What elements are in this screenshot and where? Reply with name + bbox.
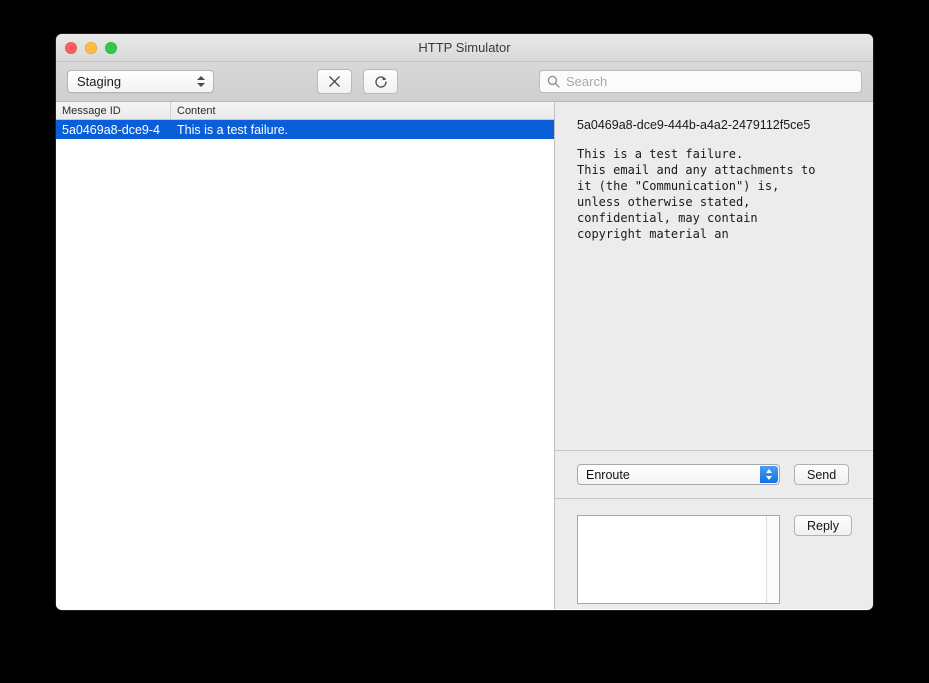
search-input[interactable]: Search <box>539 70 862 93</box>
send-row: Enroute Send <box>555 450 873 498</box>
reload-button[interactable] <box>363 69 398 94</box>
toolbar: Staging Search <box>56 62 873 102</box>
detail-body: 5a0469a8-dce9-444b-a4a2-2479112f5ce5 Thi… <box>555 102 873 450</box>
search-icon <box>547 75 560 88</box>
window-title: HTTP Simulator <box>418 40 511 55</box>
reply-scrollbar[interactable] <box>766 516 779 603</box>
cell-message-id: 5a0469a8-dce9-4 <box>62 122 160 137</box>
detail-pane: 5a0469a8-dce9-444b-a4a2-2479112f5ce5 Thi… <box>555 102 873 609</box>
message-table: Message ID Content 5a0469a8-dce9-4 This … <box>56 102 555 609</box>
column-header-message-id[interactable]: Message ID <box>56 102 171 119</box>
clear-button[interactable] <box>317 69 352 94</box>
status-select[interactable]: Enroute <box>577 464 780 485</box>
refresh-icon <box>374 75 387 88</box>
reply-row: Reply <box>555 498 873 609</box>
title-bar: HTTP Simulator <box>56 34 873 62</box>
content-split: Message ID Content 5a0469a8-dce9-4 This … <box>56 102 873 609</box>
search-placeholder: Search <box>566 74 608 89</box>
detail-message-body: This is a test failure. This email and a… <box>577 147 816 241</box>
environment-select-value: Staging <box>77 74 122 89</box>
reply-textarea[interactable] <box>577 515 780 604</box>
environment-select[interactable]: Staging <box>67 70 214 93</box>
table-row[interactable]: 5a0469a8-dce9-4 This is a test failure. <box>56 120 554 139</box>
status-select-value: Enroute <box>586 467 630 482</box>
reply-button[interactable]: Reply <box>794 515 852 536</box>
send-button[interactable]: Send <box>794 464 850 485</box>
chevron-updown-icon <box>195 71 206 92</box>
app-window: HTTP Simulator Staging Search Message ID… <box>56 34 873 610</box>
detail-message-id: 5a0469a8-dce9-444b-a4a2-2479112f5ce5 <box>577 118 811 132</box>
column-header-content[interactable]: Content <box>171 102 554 119</box>
cell-content: This is a test failure. <box>177 122 289 137</box>
chevron-updown-icon <box>760 466 778 483</box>
table-header-row: Message ID Content <box>56 102 554 120</box>
close-x-icon <box>329 76 340 87</box>
